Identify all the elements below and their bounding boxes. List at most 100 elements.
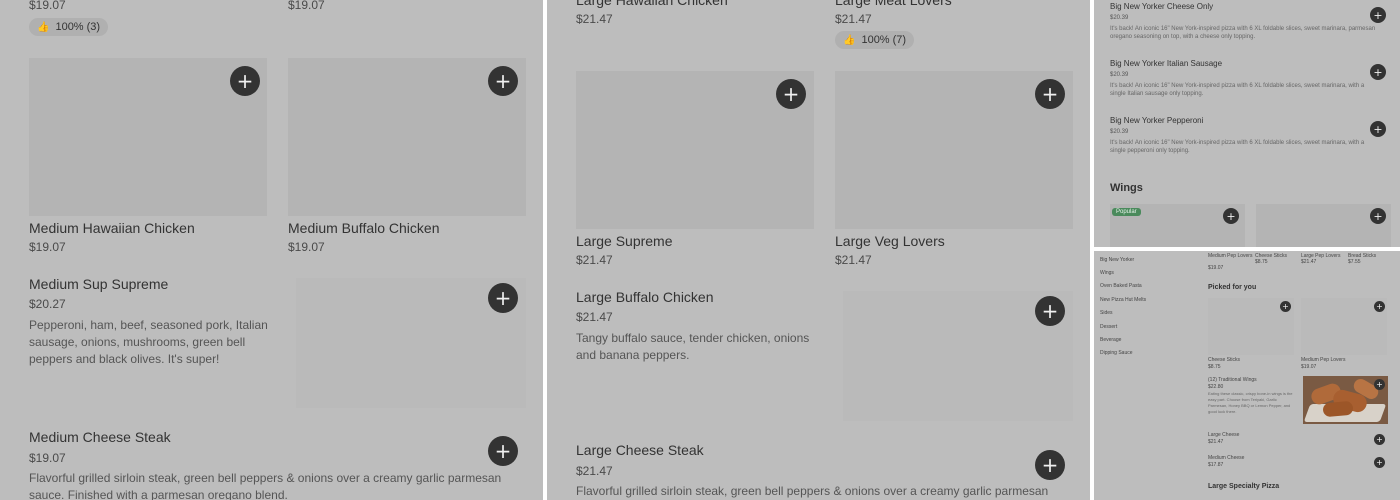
item-price: $19.07 xyxy=(1301,364,1317,370)
plus-icon: + xyxy=(1041,82,1059,106)
item-price: $19.07 xyxy=(1208,265,1224,271)
plus-icon: + xyxy=(1282,301,1289,311)
item-name[interactable]: Medium Pep Lovers xyxy=(1208,253,1252,259)
add-item-button[interactable]: + xyxy=(1280,301,1291,312)
add-item-button[interactable]: + xyxy=(776,79,806,109)
item-description: Flavorful grilled sirloin steak, green b… xyxy=(576,484,1049,498)
item-price: $19.07 xyxy=(29,240,66,254)
add-item-button[interactable]: + xyxy=(1374,434,1385,445)
add-item-button[interactable]: + xyxy=(1035,79,1065,109)
item-name[interactable]: Large Meat Lovers xyxy=(835,0,952,8)
item-price: $21.47 xyxy=(576,464,613,478)
item-price: $20.39 xyxy=(1110,129,1129,135)
item-name[interactable]: Large Buffalo Chicken xyxy=(576,289,714,305)
item-price: $19.07 xyxy=(29,451,66,465)
item-price: $21.47 xyxy=(1301,259,1317,265)
rating-badge: 👍 100% (3) xyxy=(29,18,109,36)
nav-item-melts[interactable]: New Pizza Hut Melts xyxy=(1100,297,1146,303)
item-description: Pepperoni, ham, beef, seasoned pork, Ita… xyxy=(29,318,268,366)
plus-icon: + xyxy=(1376,379,1383,389)
add-item-button[interactable]: + xyxy=(1374,457,1385,468)
item-price: $21.47 xyxy=(576,310,613,324)
item-name[interactable]: Medium Buffalo Chicken xyxy=(288,220,439,236)
add-item-button[interactable]: + xyxy=(488,436,518,466)
item-name[interactable]: Large Veg Lovers xyxy=(835,233,945,249)
plus-icon: + xyxy=(1376,301,1383,311)
nav-item-wings[interactable]: Wings xyxy=(1100,270,1114,276)
item-description: It's back! An iconic 16" New York-inspir… xyxy=(1110,140,1365,154)
add-item-button[interactable]: + xyxy=(1370,7,1386,23)
item-price: $21.47 xyxy=(835,253,872,267)
add-item-button[interactable]: + xyxy=(1035,296,1065,326)
plus-icon: + xyxy=(1373,65,1383,79)
add-item-button[interactable]: + xyxy=(488,66,518,96)
plus-icon: + xyxy=(1376,457,1383,467)
item-price: $21.47 xyxy=(835,12,872,26)
item-price: $22.80 xyxy=(1208,384,1224,390)
item-price: $8.75 xyxy=(1208,364,1221,370)
add-item-button[interactable]: + xyxy=(1374,301,1385,312)
plus-icon: + xyxy=(1376,434,1383,444)
item-name[interactable]: Large Supreme xyxy=(576,233,673,249)
section-title: Wings xyxy=(1110,182,1143,194)
thumbs-up-icon: 👍 xyxy=(843,34,856,46)
item-description: Eating these classic, crispy bone-in win… xyxy=(1208,391,1293,414)
add-item-button[interactable]: + xyxy=(1374,379,1385,390)
plus-icon: + xyxy=(494,69,512,93)
item-name[interactable]: Large Hawaiian Chicken xyxy=(576,0,728,8)
add-item-button[interactable]: + xyxy=(1370,208,1386,224)
add-item-button[interactable]: + xyxy=(230,66,260,96)
plus-icon: + xyxy=(1373,8,1383,22)
plus-icon: + xyxy=(236,69,254,93)
rating-badge: 👍 100% (7) xyxy=(835,31,915,49)
item-name[interactable]: Medium Cheese Steak xyxy=(29,429,171,445)
nav-item-beverage[interactable]: Beverage xyxy=(1100,337,1121,343)
item-name[interactable]: Big New Yorker Pepperoni xyxy=(1110,116,1203,125)
item-name[interactable]: (12) Traditional Wings xyxy=(1208,377,1257,383)
item-price: $21.47 xyxy=(1208,439,1224,445)
menu-panel-overview: Big New Yorker Wings Oven Baked Pasta Ne… xyxy=(1094,251,1400,500)
item-name[interactable]: Cheese Sticks xyxy=(1208,357,1240,363)
item-price: $20.39 xyxy=(1110,15,1129,21)
section-title: Picked for you xyxy=(1208,284,1257,291)
item-name[interactable]: Medium Cheese xyxy=(1208,455,1244,461)
item-name[interactable]: Big New Yorker Cheese Only xyxy=(1110,2,1213,11)
item-description: Flavorful grilled sirloin steak, green b… xyxy=(29,471,502,500)
item-description: It's back! An iconic 16" New York-inspir… xyxy=(1110,83,1365,97)
item-name[interactable]: Medium Pep Lovers xyxy=(1301,357,1345,363)
nav-item-pasta[interactable]: Oven Baked Pasta xyxy=(1100,283,1142,289)
nav-item-dipping-sauce[interactable]: Dipping Sauce xyxy=(1100,350,1133,356)
item-price: $20.39 xyxy=(1110,72,1129,78)
rating-text: 100% (7) xyxy=(861,34,907,46)
add-item-button[interactable]: + xyxy=(488,283,518,313)
item-price: $20.27 xyxy=(29,297,66,311)
item-name[interactable]: Large Cheese xyxy=(1208,432,1239,438)
item-price: $8.75 xyxy=(1255,259,1268,265)
item-description: Tangy buffalo sauce, tender chicken, oni… xyxy=(576,331,810,362)
menu-panel-large: Large Hawaiian Chicken $21.47 Large Meat… xyxy=(547,0,1090,500)
plus-icon: + xyxy=(1373,209,1383,223)
item-price: $19.07 xyxy=(29,0,66,12)
add-item-button[interactable]: + xyxy=(1035,450,1065,480)
item-name[interactable]: Medium Hawaiian Chicken xyxy=(29,220,195,236)
item-price: $7.55 xyxy=(1348,259,1361,265)
nav-item-big-new-yorker[interactable]: Big New Yorker xyxy=(1100,257,1134,263)
nav-item-sides[interactable]: Sides xyxy=(1100,310,1113,316)
add-item-button[interactable]: + xyxy=(1370,64,1386,80)
popular-badge: Popular xyxy=(1112,208,1141,216)
item-price: $19.07 xyxy=(288,240,325,254)
plus-icon: + xyxy=(494,439,512,463)
plus-icon: + xyxy=(782,82,800,106)
section-title: Large Specialty Pizza xyxy=(1208,483,1280,490)
add-item-button[interactable]: + xyxy=(1223,208,1239,224)
item-name[interactable]: Big New Yorker Italian Sausage xyxy=(1110,59,1222,68)
menu-panel-big-new-yorker: Big New Yorker Cheese Only $20.39 It's b… xyxy=(1094,0,1400,247)
item-name[interactable]: Large Cheese Steak xyxy=(576,442,704,458)
plus-icon: + xyxy=(1041,453,1059,477)
nav-item-dessert[interactable]: Dessert xyxy=(1100,324,1117,330)
item-price: $21.47 xyxy=(576,253,613,267)
add-item-button[interactable]: + xyxy=(1370,121,1386,137)
menu-panel-medium: $19.07 $19.07 👍 100% (3) + + Medium Hawa… xyxy=(0,0,543,500)
item-name[interactable]: Medium Sup Supreme xyxy=(29,276,168,292)
rating-text: 100% (3) xyxy=(55,21,101,33)
